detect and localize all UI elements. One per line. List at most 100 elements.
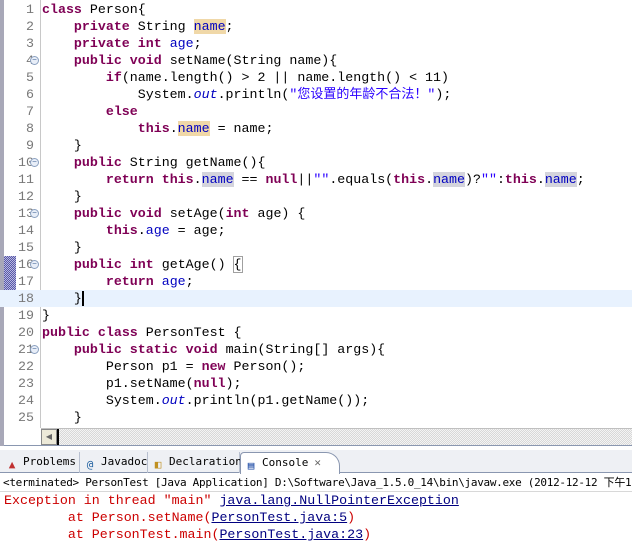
code-line[interactable]: 5 if(name.length() > 2 || name.length() … [0, 69, 632, 86]
code-line[interactable]: 20 public class PersonTest { [0, 324, 632, 341]
code-token: age [161, 274, 186, 289]
code-text: System.out.println(p1.getName()); [42, 392, 369, 409]
code-token: name [177, 121, 210, 136]
code-token: age) { [249, 206, 306, 221]
code-token: . [169, 121, 178, 136]
code-token: name [433, 172, 465, 187]
code-token: (name.length() > 2 || name.length() < 11… [121, 70, 449, 85]
code-text: } [42, 188, 82, 205]
code-token: name [544, 172, 577, 187]
code-line[interactable]: 24 System.out.println(p1.getName()); [0, 392, 632, 409]
code-line[interactable]: 21− public static void main(String[] arg… [0, 341, 632, 358]
code-editor[interactable]: 1 class Person{2 private String name; 3 pr… [0, 0, 632, 446]
code-line[interactable]: 12 } [0, 188, 632, 205]
stack-link[interactable]: PersonTest.java:23 [219, 527, 363, 542]
code-line[interactable]: 2 private String name; [0, 18, 632, 35]
line-number: 14 [18, 223, 34, 238]
code-line[interactable]: 6 System.out.println("您设置的年龄不合法！"); [0, 86, 632, 103]
code-token: ); [225, 376, 242, 391]
scroll-thumb[interactable] [57, 429, 59, 445]
fold-collapse-icon[interactable]: − [30, 209, 39, 218]
fold-collapse-icon[interactable]: − [30, 345, 39, 354]
code-line[interactable]: 7 else [0, 103, 632, 120]
code-line[interactable]: 13− public void setAge(int age) { [0, 205, 632, 222]
console-line: at Person.setName(PersonTest.java:5) [4, 509, 355, 526]
code-text: private String name; [42, 18, 234, 35]
line-number: 7 [26, 104, 34, 119]
code-token: Person(); [225, 359, 306, 374]
code-token: ; [185, 274, 194, 289]
code-text: public class PersonTest { [42, 324, 242, 341]
code-line[interactable]: 9 } [0, 137, 632, 154]
code-line[interactable]: 17 return age; [0, 273, 632, 290]
line-number: 24 [18, 393, 34, 408]
stack-link[interactable]: PersonTest.java:5 [211, 510, 347, 525]
code-line[interactable]: 14 this.age = age; [0, 222, 632, 239]
code-token: main(String[] args){ [217, 342, 386, 357]
close-icon[interactable]: ✕ [314, 456, 321, 469]
code-line[interactable]: 8 this.name = name; [0, 120, 632, 137]
horizontal-scrollbar[interactable]: ◀ [41, 428, 632, 445]
line-number: 12 [18, 189, 34, 204]
code-line[interactable]: 19} [0, 307, 632, 324]
code-line[interactable]: 3 private int age; [0, 35, 632, 52]
code-text: class Person{ [42, 1, 146, 18]
code-token: return [105, 274, 154, 289]
code-line[interactable]: 15 } [0, 239, 632, 256]
tab-label: Console [262, 456, 309, 469]
code-line[interactable]: 18 } [0, 290, 632, 307]
code-token: this [137, 121, 170, 136]
code-text: p1.setName(null); [42, 375, 242, 392]
code-token: System. [42, 393, 162, 408]
code-text: return age; [42, 273, 194, 290]
code-token: } [42, 410, 82, 425]
line-number: 15 [18, 240, 34, 255]
tab-console[interactable]: ▤ Console ✕ [240, 452, 340, 474]
fold-collapse-icon[interactable]: − [30, 260, 39, 269]
code-line[interactable]: 10− public String getName(){ [0, 154, 632, 171]
code-token: class [97, 325, 138, 340]
tab-declaration[interactable]: ◧ Declaration [148, 452, 242, 473]
scroll-left-button[interactable]: ◀ [41, 429, 57, 445]
code-token: Person{ [81, 2, 146, 17]
code-token: ; [193, 36, 202, 51]
exception-link[interactable]: java.lang.NullPointerException [219, 493, 458, 508]
code-token: public [73, 257, 122, 272]
code-token: 您设置的年龄不合法！ [297, 87, 428, 102]
code-token: } [42, 138, 82, 153]
code-token: ; [576, 172, 585, 187]
tab-javadoc[interactable]: @ Javadoc [80, 452, 148, 473]
fold-collapse-icon[interactable]: − [30, 158, 39, 167]
fold-collapse-icon[interactable]: − [30, 56, 39, 65]
code-token: null [265, 172, 298, 187]
code-token: String getName(){ [121, 155, 266, 170]
code-token: new [201, 359, 226, 374]
code-line[interactable]: 11 return this.name == null||"".equals(t… [0, 171, 632, 188]
code-token: int [129, 257, 154, 272]
code-token: else [105, 104, 138, 119]
code-line[interactable]: 22 Person p1 = new Person(); [0, 358, 632, 375]
code-line[interactable]: 23 p1.setName(null); [0, 375, 632, 392]
tab-problems[interactable]: ▲ Problems [2, 452, 80, 473]
code-line[interactable]: 25 } [0, 409, 632, 426]
code-line[interactable]: 16− public int getAge() { [0, 256, 632, 273]
code-line[interactable]: 4− public void setName(String name){ [0, 52, 632, 69]
code-text: public void setAge(int age) { [42, 205, 305, 222]
code-token: setAge( [161, 206, 226, 221]
code-text: public static void main(String[] args){ [42, 341, 385, 358]
code-token: class [42, 2, 82, 17]
console-text: Exception in thread "main" [4, 493, 220, 508]
code-text: if(name.length() > 2 || name.length() < … [42, 69, 449, 86]
javadoc-icon: @ [86, 458, 94, 471]
code-line[interactable]: 1 class Person{ [0, 1, 632, 18]
